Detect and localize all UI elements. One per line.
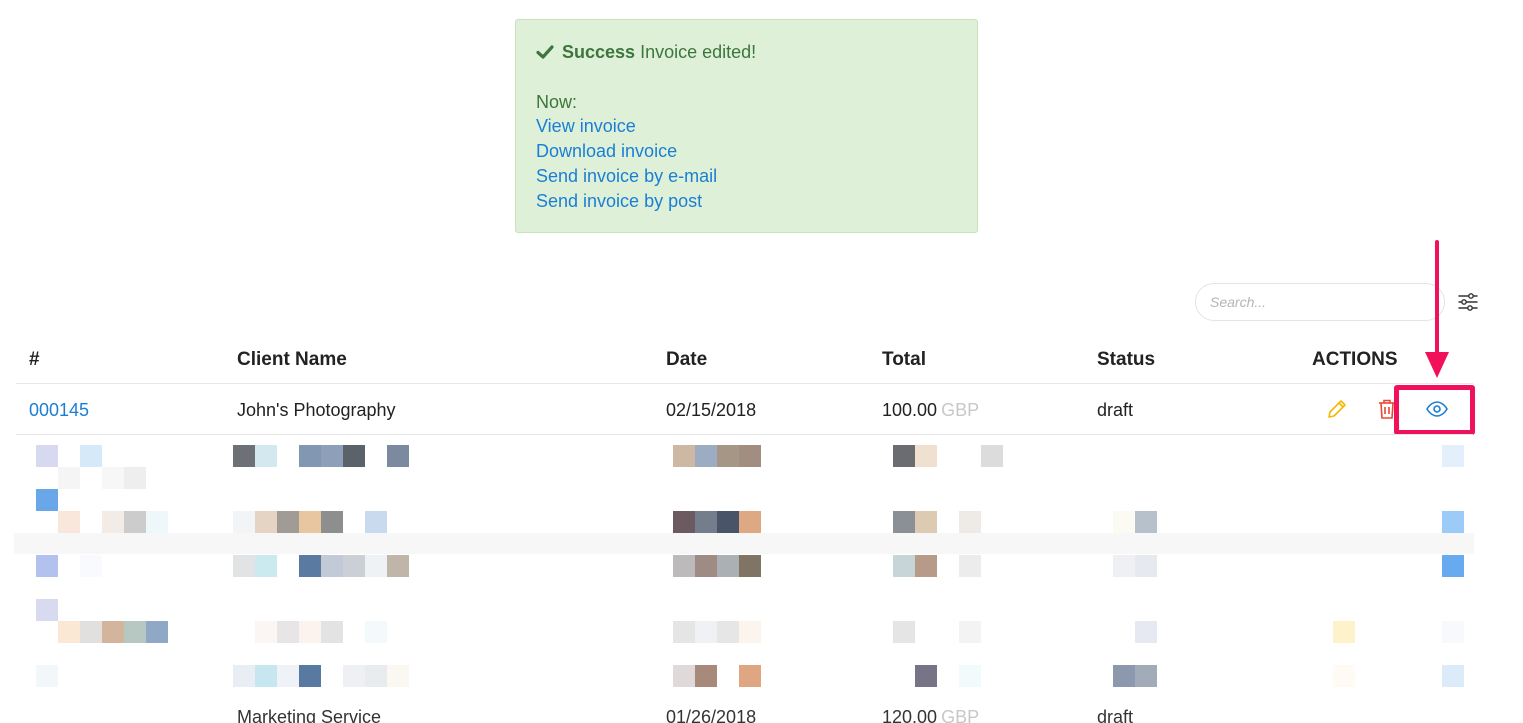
col-header-actions: ACTIONS [1312, 349, 1398, 370]
check-icon [536, 45, 554, 59]
bottom-invoice-date: 01/26/2018 [666, 707, 757, 723]
edit-icon[interactable] [1325, 397, 1349, 421]
row-divider [16, 434, 1473, 435]
send-post-link[interactable]: Send invoice by post [536, 189, 957, 214]
total-currency: GBP [941, 400, 980, 420]
send-email-link[interactable]: Send invoice by e-mail [536, 164, 957, 189]
alert-title: Success [562, 41, 636, 62]
col-header-date: Date [666, 349, 708, 370]
pixelated-rows [16, 436, 1486, 706]
alert-message: Invoice edited! [640, 41, 757, 62]
col-header-client: Client Name [237, 349, 347, 370]
bottom-invoice-total: 120.00 GBP [882, 704, 979, 723]
bottom-client-name: Marketing Service [237, 707, 382, 723]
invoice-status: draft [1097, 400, 1134, 420]
col-header-number: # [29, 349, 40, 370]
total-amount: 100.00 [882, 400, 938, 420]
view-button-highlight [1394, 385, 1475, 435]
download-invoice-link[interactable]: Download invoice [536, 139, 957, 164]
col-header-status: Status [1097, 349, 1156, 370]
invoice-total: 100.00 GBP [882, 397, 979, 423]
bottom-total-currency: GBP [941, 707, 980, 723]
success-alert: Success Invoice edited! Now: View invoic… [515, 19, 978, 233]
bottom-invoice-status: draft [1097, 707, 1134, 723]
arrow-down-icon [1425, 240, 1449, 378]
invoice-date: 02/15/2018 [666, 400, 757, 420]
header-divider [16, 383, 1473, 384]
bottom-total-amount: 120.00 [882, 707, 938, 723]
filter-icon[interactable] [1456, 290, 1480, 314]
invoice-number-link[interactable]: 000145 [29, 397, 89, 423]
col-header-total: Total [882, 349, 926, 370]
now-label: Now: [536, 92, 578, 112]
client-name: John's Photography [237, 400, 396, 420]
view-invoice-link[interactable]: View invoice [536, 114, 957, 139]
search-input[interactable] [1195, 283, 1445, 321]
